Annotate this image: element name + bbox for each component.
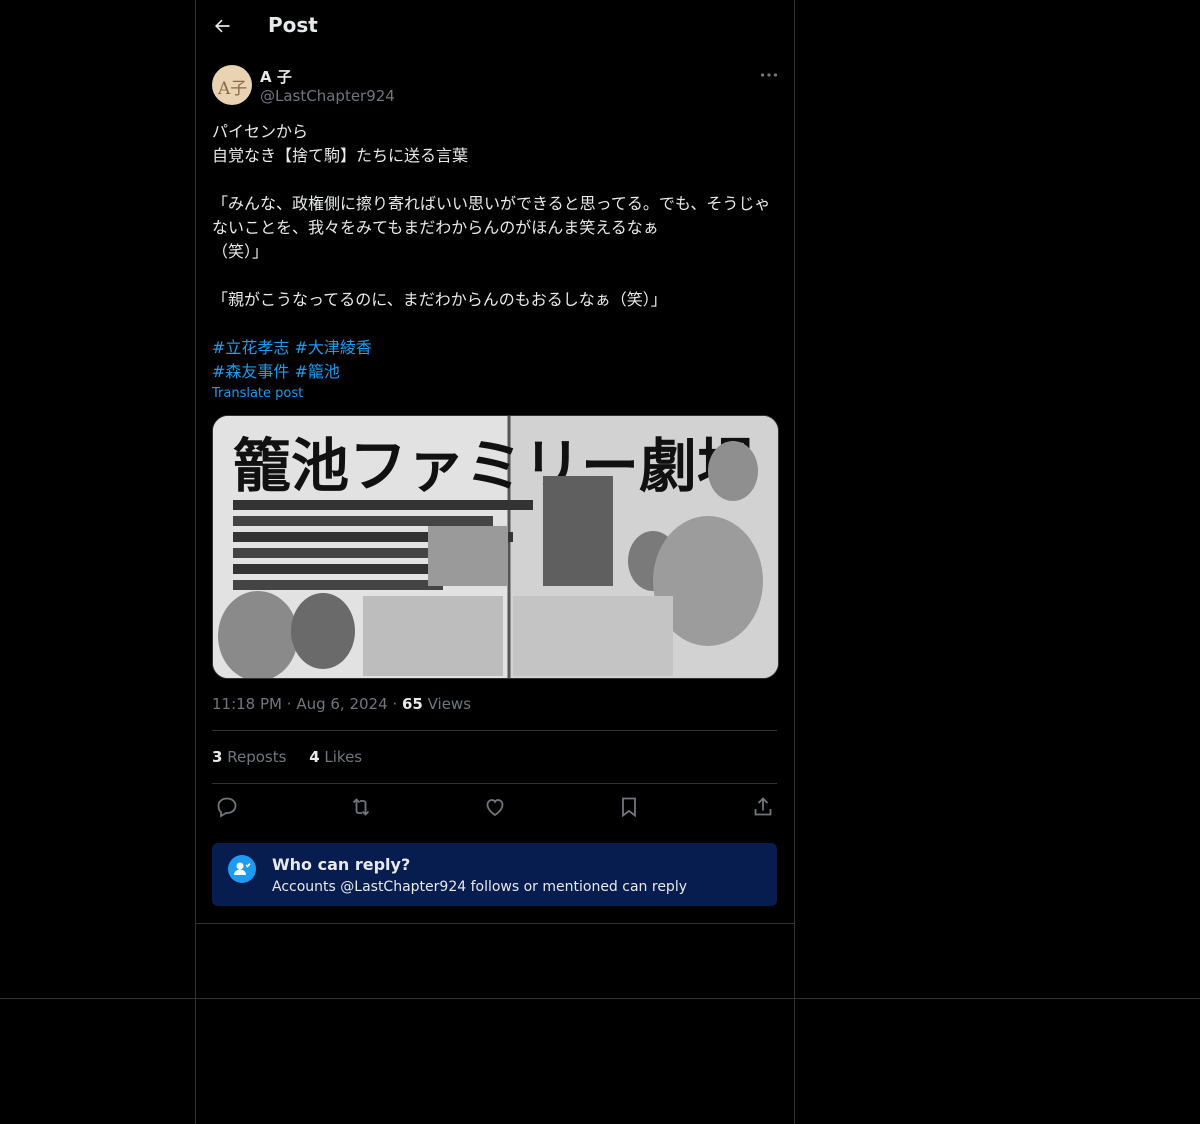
share-icon[interactable]: [751, 795, 775, 819]
more-options-icon[interactable]: [758, 64, 780, 86]
reposts-label: Reposts: [227, 748, 287, 766]
bookmark-icon[interactable]: [617, 795, 641, 819]
page-header: Post: [195, 0, 795, 53]
avatar-text: A子: [218, 79, 248, 99]
engagement-stats: 3 Reposts 4 Likes: [212, 748, 380, 766]
hashtag-link[interactable]: #立花孝志: [212, 338, 289, 357]
likes-label: Likes: [324, 748, 363, 766]
views-count: 65: [401, 695, 423, 713]
reply-icon[interactable]: [215, 795, 239, 819]
post-date[interactable]: Aug 6, 2024: [296, 695, 387, 713]
separator-dot: ·: [286, 695, 297, 713]
views-label: Views: [427, 695, 472, 713]
avatar[interactable]: A子: [212, 65, 252, 105]
divider: [212, 783, 777, 784]
likes-stat[interactable]: 4 Likes: [309, 748, 362, 766]
page-title: Post: [268, 13, 318, 37]
post-meta: 11:18 PM · Aug 6, 2024 · 65 Views: [212, 695, 471, 713]
user-mention-icon: [228, 855, 256, 883]
post-image[interactable]: 籠池ファミリー劇場: [212, 415, 779, 679]
hashtags: #立花孝志 #大津綾香 #森友事件 #籠池: [212, 336, 372, 384]
author-display-name[interactable]: A 子: [260, 66, 292, 87]
hashtag-link[interactable]: #森友事件: [212, 362, 289, 381]
like-icon[interactable]: [483, 795, 507, 819]
translate-post-link[interactable]: Translate post: [212, 386, 303, 401]
reposts-stat[interactable]: 3 Reposts: [212, 748, 291, 766]
likes-count: 4: [309, 748, 320, 766]
media-headline: 籠池ファミリー劇場: [233, 432, 755, 500]
post-time[interactable]: 11:18 PM: [212, 695, 282, 713]
divider: [212, 730, 777, 731]
reply-restriction-title: Who can reply?: [272, 855, 411, 874]
separator-dot: ·: [392, 695, 402, 713]
author-handle[interactable]: @LastChapter924: [260, 87, 395, 105]
reply-restriction-notice: Who can reply? Accounts @LastChapter924 …: [212, 843, 777, 906]
reply-restriction-subtitle: Accounts @LastChapter924 follows or ment…: [272, 879, 687, 895]
reposts-count: 3: [212, 748, 223, 766]
arrow-left-icon[interactable]: [212, 16, 232, 36]
divider: [0, 998, 1200, 999]
magazine-photo: 籠池ファミリー劇場: [213, 416, 778, 678]
hashtag-link[interactable]: #籠池: [295, 362, 340, 381]
post-text: パイセンから 自覚なき【捨て駒】たちに送る言葉 「みんな、政権側に擦り寄ればいい…: [212, 122, 771, 309]
divider: [195, 923, 795, 924]
repost-icon[interactable]: [349, 795, 373, 819]
hashtag-link[interactable]: #大津綾香: [295, 338, 372, 357]
